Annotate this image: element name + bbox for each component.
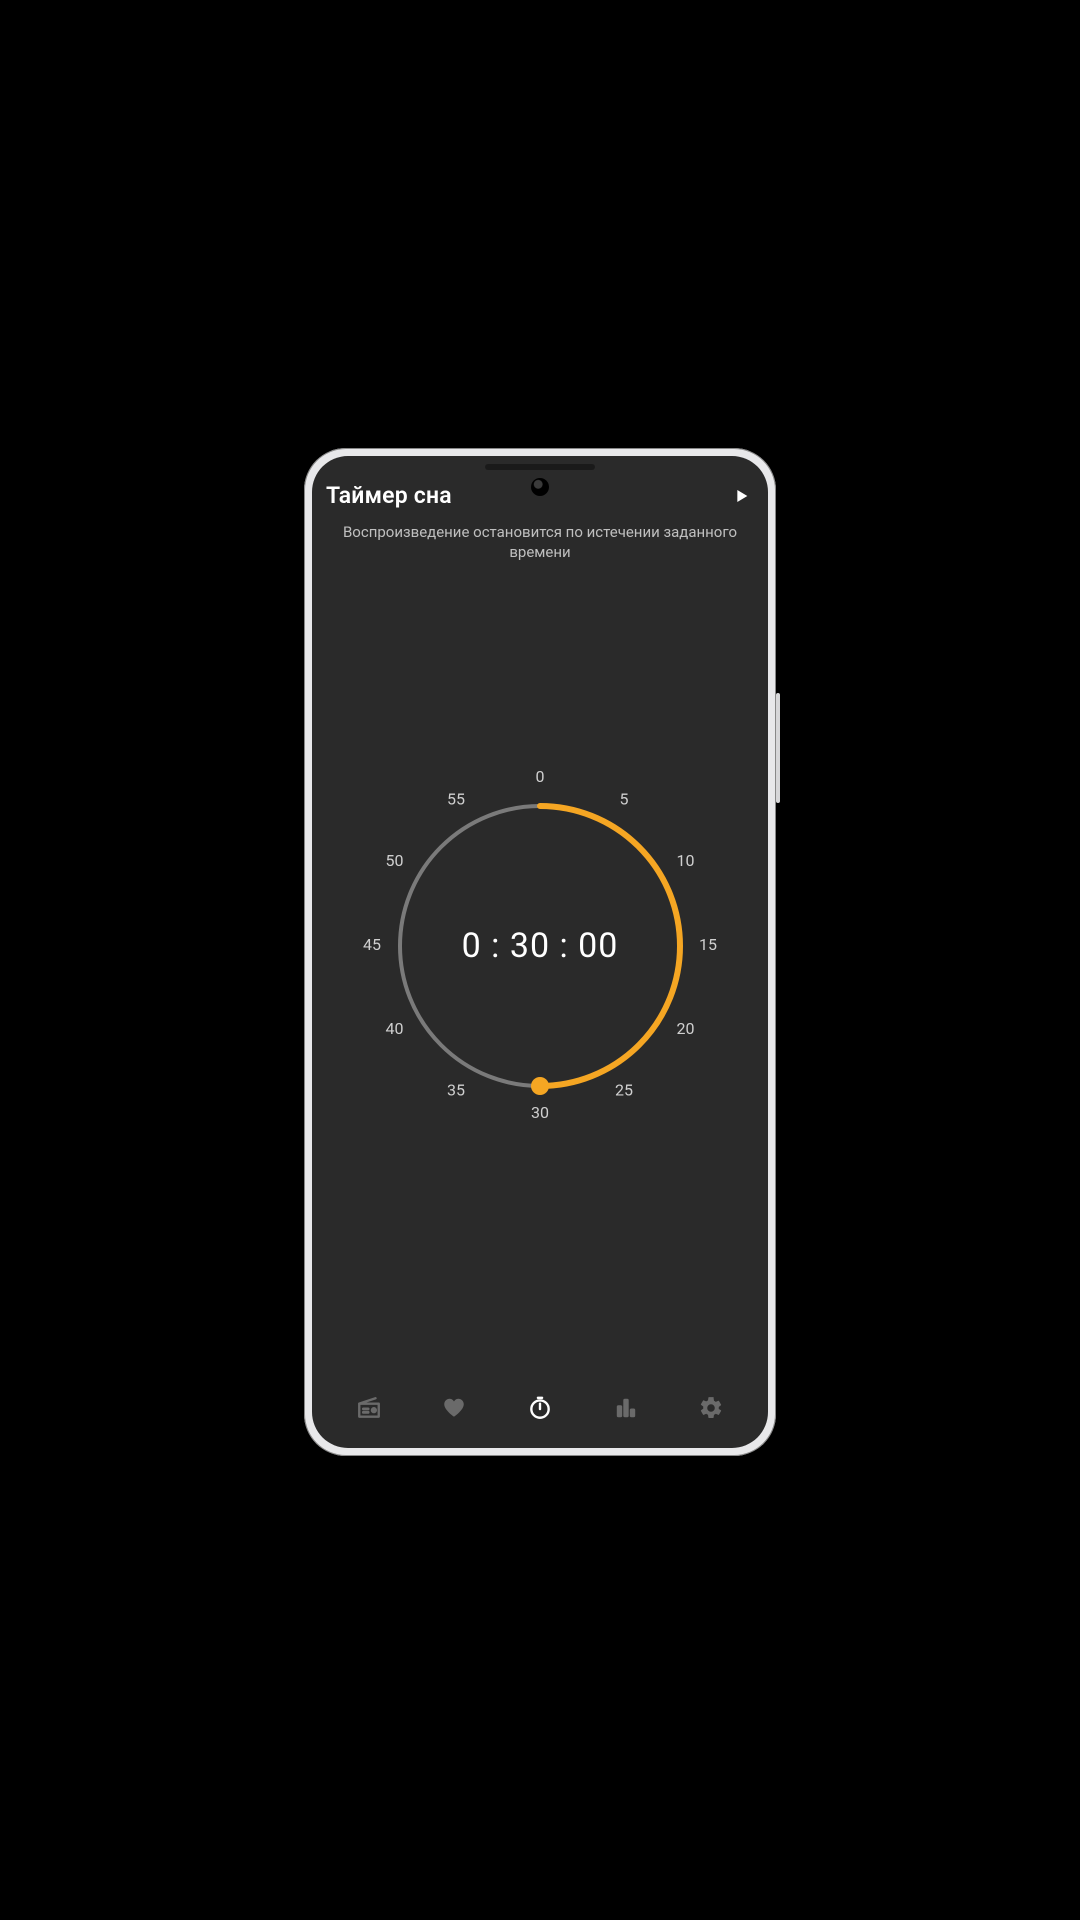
- nav-equalizer[interactable]: [604, 1386, 648, 1430]
- dial-tick-15: 15: [699, 935, 717, 954]
- gear-icon: [698, 1395, 724, 1421]
- dial-tick-35: 35: [447, 1081, 465, 1100]
- timer-readout: 0 : 30 : 00: [462, 926, 619, 966]
- dial-handle[interactable]: [531, 1077, 549, 1095]
- radio-icon: [356, 1395, 382, 1421]
- dial-tick-5: 5: [620, 790, 629, 809]
- screen: Таймер сна Воспроизведение остановится п…: [312, 456, 768, 1448]
- nav-settings[interactable]: [689, 1386, 733, 1430]
- sleep-timer-dial[interactable]: 0 5 10 15 20 25 30 35 40 45 50 55 0 : 30 : 00: [350, 756, 730, 1136]
- equalizer-icon: [613, 1395, 639, 1421]
- header: Таймер сна: [326, 482, 754, 509]
- dial-tick-55: 55: [447, 790, 465, 809]
- nav-timer[interactable]: [518, 1386, 562, 1430]
- dial-tick-25: 25: [615, 1081, 633, 1100]
- dial-tick-10: 10: [677, 851, 695, 870]
- nav-favorites[interactable]: [432, 1386, 476, 1430]
- heart-icon: [441, 1395, 467, 1421]
- dial-tick-45: 45: [363, 935, 381, 954]
- dial-tick-20: 20: [677, 1019, 695, 1038]
- dial-tick-50: 50: [386, 851, 404, 870]
- phone-frame: Таймер сна Воспроизведение остановится п…: [304, 448, 776, 1456]
- dial-tick-40: 40: [386, 1019, 404, 1038]
- dial-tick-30: 30: [531, 1103, 549, 1122]
- page-subtitle: Воспроизведение остановится по истечении…: [336, 522, 744, 563]
- start-timer-button[interactable]: [730, 484, 754, 508]
- dial-tick-0: 0: [536, 767, 545, 786]
- speaker-slot: [485, 464, 595, 470]
- timer-icon: [527, 1395, 553, 1421]
- nav-radio[interactable]: [347, 1386, 391, 1430]
- page-title: Таймер сна: [326, 482, 452, 509]
- play-icon: [734, 488, 750, 504]
- bottom-nav: [312, 1378, 768, 1438]
